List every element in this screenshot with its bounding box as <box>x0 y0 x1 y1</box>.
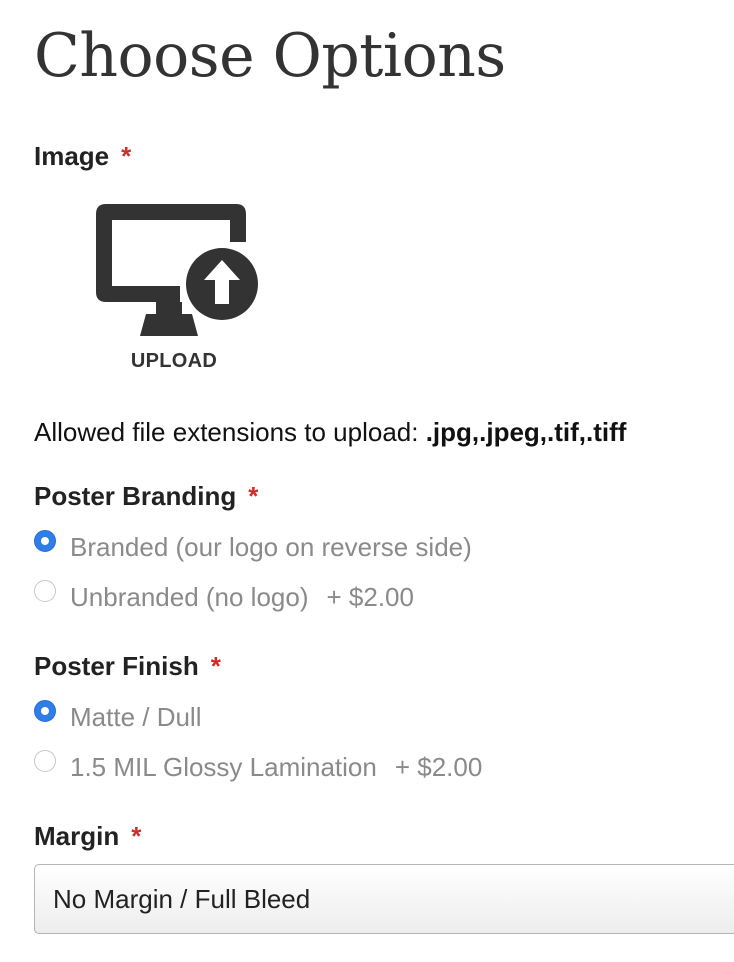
page-title: Choose Options <box>34 21 506 91</box>
branding-option-branded[interactable]: Branded (our logo on reverse side) <box>34 530 472 564</box>
extensions-label: Allowed file extensions to upload: <box>34 417 426 447</box>
poster-branding-label-text: Poster Branding <box>34 481 237 511</box>
margin-select-value: No Margin / Full Bleed <box>53 884 311 914</box>
monitor-upload-icon <box>96 204 260 336</box>
radio-label-glossy: 1.5 MIL Glossy Lamination <box>70 752 377 782</box>
radio-unbranded[interactable] <box>34 580 56 602</box>
allowed-extensions-text: Allowed file extensions to upload: .jpg,… <box>34 416 626 448</box>
radio-branded[interactable] <box>34 530 56 552</box>
required-asterisk: * <box>131 821 142 851</box>
margin-label-text: Margin <box>34 821 120 851</box>
required-asterisk: * <box>210 651 221 681</box>
radio-label-unbranded: Unbranded (no logo) <box>70 582 309 612</box>
poster-branding-label: Poster Branding * <box>34 480 258 512</box>
extensions-value: .jpg,.jpeg,.tif,.tiff <box>425 417 627 447</box>
radio-label-branded: Branded (our logo on reverse side) <box>70 532 472 562</box>
required-asterisk: * <box>248 481 259 511</box>
radio-matte[interactable] <box>34 700 56 722</box>
radio-label-matte: Matte / Dull <box>70 702 202 732</box>
radio-glossy[interactable] <box>34 750 56 772</box>
upload-label: UPLOAD <box>130 350 218 372</box>
image-label-text: Image <box>34 141 110 171</box>
upload-button[interactable]: UPLOAD <box>90 198 262 378</box>
image-label: Image * <box>34 140 131 172</box>
finish-option-glossy[interactable]: 1.5 MIL Glossy Lamination + $2.00 <box>34 750 482 784</box>
poster-finish-label-text: Poster Finish <box>34 651 199 681</box>
price-unbranded: + $2.00 <box>326 582 414 612</box>
margin-label: Margin * <box>34 820 141 852</box>
poster-finish-label: Poster Finish * <box>34 650 221 682</box>
finish-option-matte[interactable]: Matte / Dull <box>34 700 202 734</box>
margin-select[interactable]: No Margin / Full Bleed <box>34 864 734 934</box>
branding-option-unbranded[interactable]: Unbranded (no logo) + $2.00 <box>34 580 414 614</box>
required-asterisk: * <box>121 141 132 171</box>
price-glossy: + $2.00 <box>394 752 483 782</box>
